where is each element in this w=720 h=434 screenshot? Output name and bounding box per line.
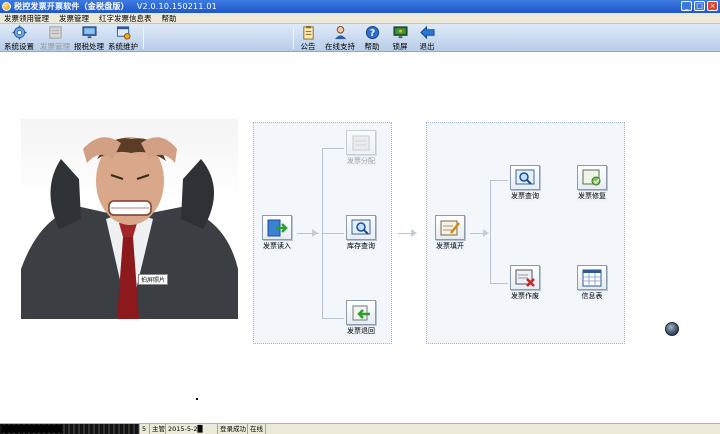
toolbar-separator <box>293 27 294 49</box>
tax-report-button[interactable]: 报税处理 <box>74 25 104 51</box>
status-company: ████████████ <box>0 424 140 434</box>
invoice-return-node[interactable]: 发票退回 <box>346 300 376 336</box>
invoice-allocate-node[interactable]: 发票分配 <box>346 130 376 166</box>
invoice-void-icon <box>510 265 540 290</box>
notice-button[interactable]: 公告 <box>300 25 316 51</box>
online-support-label: 在线支持 <box>325 42 355 51</box>
menu-help[interactable]: 帮助 <box>162 13 177 24</box>
invoice-stack-icon <box>47 25 63 40</box>
menu-red-invoice[interactable]: 红字发票信息表 <box>99 13 152 24</box>
connector-line <box>322 318 344 319</box>
flow-arrow <box>483 229 489 237</box>
toolbar: 系统设置 发票管理 报税处理 系统维护 公告 在线支持 ? 帮助 锁屏 退出 <box>0 24 720 52</box>
assistant-orb-icon[interactable] <box>665 322 679 336</box>
menu-invoice-manage[interactable]: 发票管理 <box>59 13 89 24</box>
flow-arrow <box>312 229 318 237</box>
notice-label: 公告 <box>300 42 316 51</box>
invoice-manage-button[interactable]: 发票管理 <box>40 25 70 51</box>
invoice-return-label: 发票退回 <box>346 326 376 336</box>
status-code: 5 <box>140 424 150 434</box>
stock-query-label: 库存查询 <box>346 241 376 251</box>
connector-line <box>322 233 344 234</box>
invoice-issue-label: 发票填开 <box>435 241 465 251</box>
exit-label: 退出 <box>419 42 435 51</box>
lock-screen-label: 锁屏 <box>392 42 408 51</box>
magnifier-icon <box>346 215 376 240</box>
connector-line <box>490 180 491 283</box>
version-text: V2.0.10.150211.01 <box>136 2 217 11</box>
close-button[interactable]: × <box>707 1 718 11</box>
connector-line <box>470 233 484 234</box>
minimize-button[interactable]: _ <box>681 1 692 11</box>
system-settings-label: 系统设置 <box>4 42 34 51</box>
toolbar-separator <box>143 27 144 49</box>
invoice-manage-label: 发票管理 <box>40 42 70 51</box>
status-user: 主管 <box>152 424 166 434</box>
exit-button[interactable]: 退出 <box>419 25 435 51</box>
window-title: 税控发票开票软件（金税盘版） V2.0.10.150211.01 <box>14 1 217 12</box>
grid-table-icon <box>577 265 607 290</box>
invoice-repair-node[interactable]: 发票修复 <box>577 165 607 201</box>
gear-icon <box>11 25 27 40</box>
info-table-node[interactable]: 信息表 <box>577 265 607 301</box>
invoice-read-label: 发票读入 <box>262 241 292 251</box>
invoice-query-label: 发票查询 <box>510 191 540 201</box>
app-window: 税控发票开票软件（金税盘版） V2.0.10.150211.01 _ □ × 发票… <box>0 0 720 434</box>
help-label: 帮助 <box>364 42 380 51</box>
window-title-text: 税控发票开票软件（金税盘版） <box>14 2 129 11</box>
status-date: 2015-5-2█ <box>166 424 218 434</box>
invoice-void-node[interactable]: 发票作废 <box>510 265 540 301</box>
invoice-allocate-icon <box>346 130 376 155</box>
maintenance-icon <box>115 25 131 40</box>
menu-bar: 发票领用管理 发票管理 红字发票信息表 帮助 <box>0 13 720 24</box>
system-maintain-button[interactable]: 系统维护 <box>108 25 138 51</box>
stock-query-node[interactable]: 库存查询 <box>346 215 376 251</box>
app-icon <box>2 2 11 11</box>
stray-dot <box>196 398 198 400</box>
invoice-read-node[interactable]: 发票读入 <box>262 215 292 251</box>
flow-arrow <box>411 229 417 237</box>
status-bar: ████████████ 5 主管 2015-5-2█ 登录成功 在线 <box>0 423 720 434</box>
window-controls: _ □ × <box>681 1 718 11</box>
invoice-return-icon <box>346 300 376 325</box>
invoice-issue-node[interactable]: 发票填开 <box>435 215 465 251</box>
system-maintain-label: 系统维护 <box>108 42 138 51</box>
clipboard-icon <box>300 25 316 40</box>
info-table-label: 信息表 <box>580 291 604 301</box>
help-icon: ? <box>364 25 380 40</box>
connector-line <box>398 233 412 234</box>
online-support-button[interactable]: 在线支持 <box>325 25 355 51</box>
invoice-query-node[interactable]: 发票查询 <box>510 165 540 201</box>
menu-invoice-acquire[interactable]: 发票领用管理 <box>4 13 49 24</box>
usb-read-icon <box>262 215 292 240</box>
lock-screen-button[interactable]: 锁屏 <box>392 25 408 51</box>
svg-text:?: ? <box>369 28 374 39</box>
invoice-allocate-label: 发票分配 <box>346 156 376 166</box>
status-state: 在线 <box>248 424 266 434</box>
tax-report-label: 报税处理 <box>74 42 104 51</box>
connector-line <box>490 180 508 181</box>
invoice-void-label: 发票作废 <box>510 291 540 301</box>
connector-line <box>490 283 508 284</box>
magnifier-icon <box>510 165 540 190</box>
title-bar: 税控发票开票软件（金税盘版） V2.0.10.150211.01 _ □ × <box>0 0 720 13</box>
connector-line <box>322 148 344 149</box>
status-login: 登录成功 <box>220 424 248 434</box>
frustrated-man-photo: 拍屏照片 <box>21 119 238 319</box>
lock-screen-icon <box>392 25 408 40</box>
support-person-icon <box>332 25 348 40</box>
monitor-icon <box>81 25 97 40</box>
invoice-repair-label: 发票修复 <box>577 191 607 201</box>
invoice-repair-icon <box>577 165 607 190</box>
system-settings-button[interactable]: 系统设置 <box>4 25 34 51</box>
maximize-button[interactable]: □ <box>694 1 705 11</box>
help-button[interactable]: ? 帮助 <box>364 25 380 51</box>
invoice-fill-icon <box>435 215 465 240</box>
photo-tag: 拍屏照片 <box>138 274 169 285</box>
exit-arrow-icon <box>419 25 435 40</box>
